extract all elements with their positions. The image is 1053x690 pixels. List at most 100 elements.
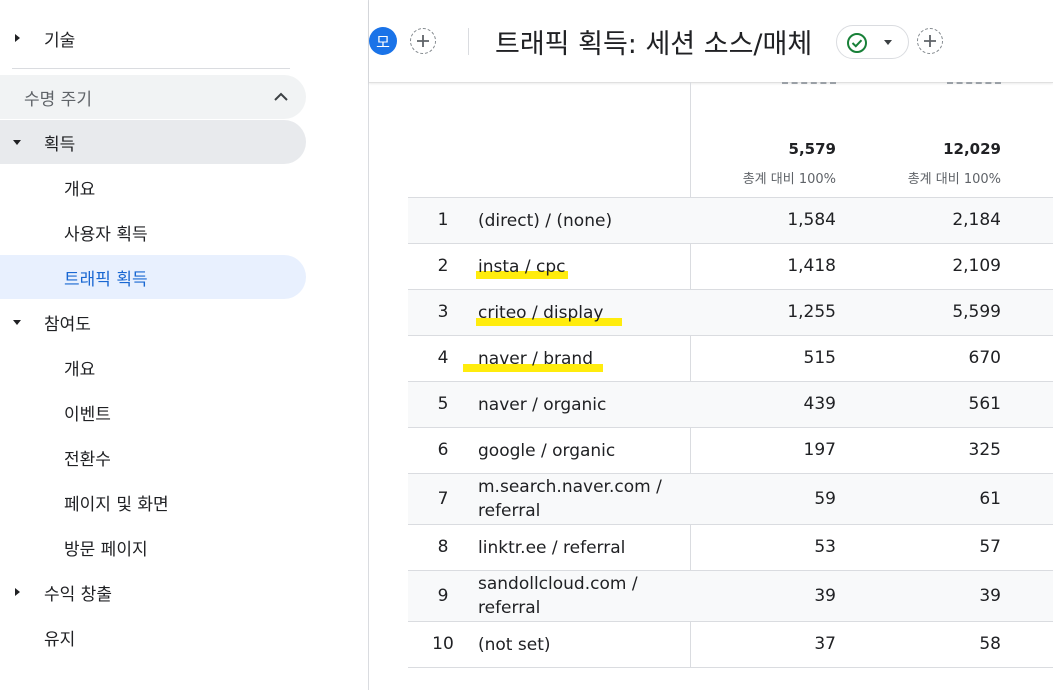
section-label: 수명 주기	[24, 89, 92, 110]
table-row[interactable]: 7 m.search.naver.com / referral 59 61	[408, 474, 1053, 525]
row-source-text: (direct) / (none)	[478, 211, 613, 231]
sidebar-item-tech[interactable]: 기술	[0, 16, 306, 60]
total-value-col2: 12,029	[943, 140, 1001, 158]
table-row[interactable]: 8 linktr.ee / referral 53 57	[408, 525, 1053, 571]
row-index: 7	[437, 489, 449, 509]
row-source-medium: insta / cpc	[478, 255, 678, 279]
add-filter-button[interactable]	[917, 28, 943, 54]
row-value-col1: 1,418	[787, 256, 836, 276]
total-pct-col2: 총계 대비 100%	[907, 172, 1001, 187]
row-value-col2: 561	[968, 394, 1001, 414]
row-source-medium: naver / brand	[478, 347, 678, 371]
row-value-col2: 2,109	[952, 256, 1001, 276]
table-row[interactable]: 6 google / organic 197 325	[408, 428, 1053, 474]
row-value-col2: 5,599	[952, 302, 1001, 322]
page-title: 트래픽 획득: 세션 소스/매체	[495, 29, 813, 60]
total-pct-col1: 총계 대비 100%	[742, 172, 836, 187]
caret-right-icon	[11, 586, 23, 598]
row-source-medium: m.search.naver.com / referral	[478, 475, 673, 523]
row-value-col2: 325	[968, 440, 1001, 460]
row-source-text: naver / brand	[478, 349, 593, 369]
row-index: 9	[437, 586, 449, 606]
sidebar-item-pages-screens[interactable]: 페이지 및 화면	[0, 480, 306, 524]
row-source-text: criteo / display	[478, 303, 604, 323]
row-source-medium: naver / organic	[478, 393, 678, 417]
row-value-col1: 1,255	[787, 302, 836, 322]
sidebar-item-label: 전환수	[64, 449, 111, 470]
row-index: 3	[437, 302, 449, 322]
table-row[interactable]: 10 (not set) 37 58	[408, 622, 1053, 668]
sidebar-item-engagement[interactable]: 참여도	[0, 300, 306, 344]
sidebar-item-label: 개요	[64, 359, 96, 380]
row-value-col1: 515	[803, 348, 836, 368]
row-value-col1: 37	[814, 634, 836, 654]
sidebar-item-acq-overview[interactable]: 개요	[0, 165, 306, 209]
sidebar-item-conversions[interactable]: 전환수	[0, 435, 306, 479]
row-source-text: naver / organic	[478, 395, 607, 415]
row-source-medium: sandollcloud.com / referral	[478, 572, 663, 620]
row-source-text: linktr.ee / referral	[478, 538, 626, 558]
report-header: 모 트래픽 획득: 세션 소스/매체	[369, 0, 1053, 83]
table-row[interactable]: 4 naver / brand 515 670	[408, 336, 1053, 382]
sidebar-item-label: 사용자 획득	[64, 224, 148, 245]
sidebar-item-label: 유지	[44, 629, 76, 650]
check-circle-icon	[847, 33, 867, 53]
row-value-col1: 1,584	[787, 210, 836, 230]
row-source-medium: criteo / display	[478, 301, 678, 325]
row-source-text: (not set)	[478, 635, 551, 655]
sidebar-item-retention[interactable]: 유지	[0, 615, 306, 659]
row-source-medium: (direct) / (none)	[478, 209, 678, 233]
sidebar-item-label: 참여도	[44, 314, 91, 335]
table-row[interactable]: 5 naver / organic 439 561	[408, 382, 1053, 428]
row-source-text: insta / cpc	[478, 257, 566, 277]
caret-down-icon	[11, 316, 23, 328]
sidebar-item-label: 개요	[64, 179, 96, 200]
avatar[interactable]: 모	[369, 27, 397, 55]
caret-down-icon	[884, 40, 892, 45]
sidebar-item-label: 기술	[44, 30, 76, 51]
table-row[interactable]: 3 criteo / display 1,255 5,599	[408, 290, 1053, 336]
sidebar-item-user-acquisition[interactable]: 사용자 획득	[0, 210, 306, 254]
row-source-text: google / organic	[478, 441, 616, 461]
column-sort-indicator	[947, 82, 1001, 87]
row-index: 1	[437, 210, 449, 230]
row-value-col2: 58	[979, 634, 1001, 654]
row-source-text: m.search.naver.com / referral	[478, 477, 662, 521]
plus-icon	[417, 35, 429, 47]
sidebar-item-label: 방문 페이지	[64, 539, 148, 560]
sidebar-nav: 기술 수명 주기 획득 개요 사용자 획득 트래픽 획득 참여도 개요 이벤트 …	[0, 0, 369, 690]
add-comparison-button[interactable]	[410, 28, 436, 54]
section-lifecycle[interactable]: 수명 주기	[0, 75, 306, 119]
row-value-col2: 61	[979, 489, 1001, 509]
column-sort-indicator	[782, 82, 836, 87]
row-value-col1: 39	[814, 586, 836, 606]
sidebar-item-label: 트래픽 획득	[64, 269, 148, 290]
sidebar-item-label: 수익 창출	[44, 584, 112, 605]
row-source-medium: (not set)	[478, 633, 678, 657]
table-row[interactable]: 1 (direct) / (none) 1,584 2,184	[408, 198, 1053, 244]
caret-down-icon	[11, 136, 23, 148]
row-index: 5	[437, 394, 449, 414]
report-status-dropdown[interactable]	[836, 25, 909, 59]
sidebar-item-traffic-acquisition[interactable]: 트래픽 획득	[0, 255, 306, 299]
row-index: 6	[437, 440, 449, 460]
sidebar-item-monetization[interactable]: 수익 창출	[0, 570, 306, 614]
sidebar-item-events[interactable]: 이벤트	[0, 390, 306, 434]
row-value-col1: 439	[803, 394, 836, 414]
table-row[interactable]: 2 insta / cpc 1,418 2,109	[408, 244, 1053, 290]
row-value-col1: 53	[814, 537, 836, 557]
row-index: 8	[437, 537, 449, 557]
row-source-medium: linktr.ee / referral	[478, 536, 678, 560]
sidebar-item-acquisition[interactable]: 획득	[0, 120, 306, 164]
row-value-col2: 57	[979, 537, 1001, 557]
table-row[interactable]: 9 sandollcloud.com / referral 39 39	[408, 571, 1053, 622]
sidebar-item-label: 획득	[44, 134, 76, 155]
header-divider	[468, 28, 469, 55]
row-value-col2: 670	[968, 348, 1001, 368]
chevron-up-icon	[272, 88, 290, 110]
sidebar-item-label: 페이지 및 화면	[64, 494, 169, 515]
row-source-text: sandollcloud.com / referral	[478, 574, 638, 618]
sidebar-item-landing-page[interactable]: 방문 페이지	[0, 525, 306, 569]
sidebar-item-eng-overview[interactable]: 개요	[0, 345, 306, 389]
sidebar-divider	[12, 68, 290, 69]
